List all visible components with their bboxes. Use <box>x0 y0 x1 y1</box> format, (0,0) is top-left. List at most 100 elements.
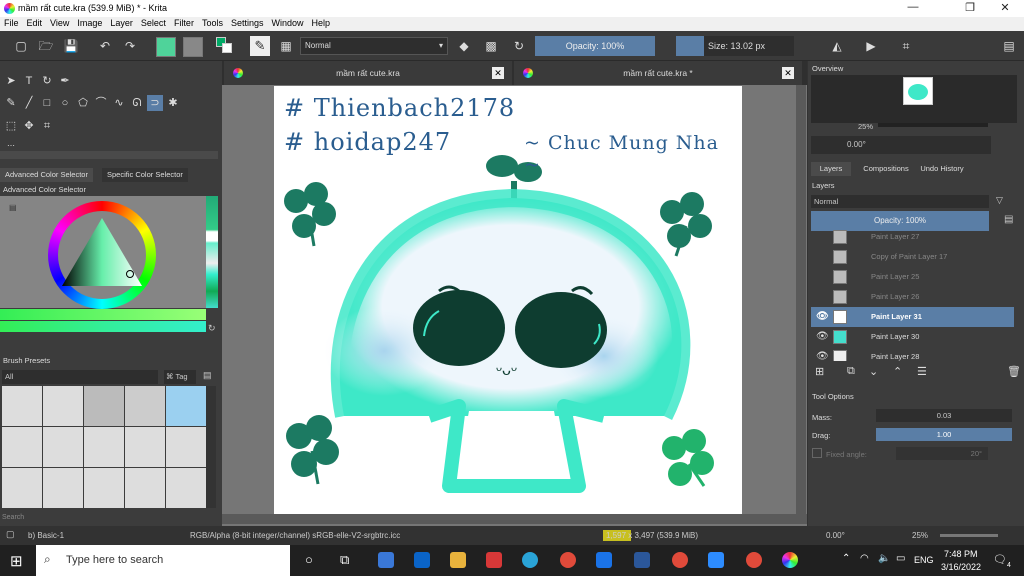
eye-visible-icon[interactable]: 👁 <box>816 327 829 347</box>
drag-slider[interactable]: 1.00 <box>876 428 1012 441</box>
multibrush-icon[interactable]: ✱ <box>165 95 181 111</box>
eye-visible-icon[interactable]: 👁 <box>816 347 829 361</box>
select-tool-icon[interactable]: ➤ <box>3 73 19 89</box>
freehand-path-icon[interactable]: ᘏ <box>129 95 145 111</box>
brush-preset-airbrush[interactable] <box>84 386 124 426</box>
canvas-horizontal-scrollbar[interactable] <box>222 514 807 524</box>
tab-layers[interactable]: Layers <box>811 162 851 176</box>
text-tool-icon[interactable]: T <box>21 73 37 89</box>
ellipse-tool-icon[interactable]: ○ <box>57 95 73 111</box>
mirror-vertical-icon[interactable]: ▶ <box>862 37 880 55</box>
wrap-around-icon[interactable]: ⌗ <box>897 37 915 55</box>
brush-preset-scrollbar[interactable] <box>206 386 216 508</box>
zalo-icon[interactable] <box>596 552 612 568</box>
menu-filter[interactable]: Filter <box>170 17 198 29</box>
brush-preset-pencil-orange[interactable] <box>2 468 42 508</box>
line-tool-icon[interactable]: ╱ <box>21 95 37 111</box>
overview-zoom-slider[interactable] <box>878 123 988 127</box>
menu-tools[interactable]: Tools <box>198 17 227 29</box>
brush-preset-sketch[interactable] <box>125 427 165 467</box>
brush-preset-fineliner[interactable] <box>84 468 124 508</box>
preset-view-icon[interactable]: ▤ <box>203 370 212 381</box>
menu-edit[interactable]: Edit <box>23 17 47 29</box>
krita-taskbar-icon[interactable] <box>782 552 798 568</box>
layer-row[interactable]: Paint Layer 25 <box>811 267 1014 287</box>
brush-preset-brush[interactable] <box>84 427 124 467</box>
toolbox-scrollbar[interactable] <box>0 151 218 159</box>
brush-preset-icon[interactable]: ✎ <box>250 36 270 56</box>
move-tool-icon[interactable]: ✥ <box>21 118 37 134</box>
brush-search-input[interactable]: Search <box>2 511 216 524</box>
fixed-angle-field[interactable]: 20° <box>896 447 988 460</box>
chrome-profile-icon[interactable] <box>672 552 688 568</box>
close-tab-icon[interactable]: ✕ <box>782 67 794 79</box>
mail-app-icon[interactable] <box>414 552 430 568</box>
layer-row[interactable]: 👁 Paint Layer 28 <box>811 347 1014 361</box>
menu-layer[interactable]: Layer <box>106 17 137 29</box>
show-hidden-icons[interactable]: ⌃ <box>842 553 850 564</box>
menu-file[interactable]: File <box>0 17 23 29</box>
size-slider[interactable]: Size: 13.02 px <box>704 36 794 56</box>
menu-help[interactable]: Help <box>308 17 335 29</box>
brush-preset-charcoal[interactable] <box>125 468 165 508</box>
zoom-app-icon[interactable] <box>708 552 724 568</box>
volume-icon[interactable]: 🔈 <box>878 553 890 564</box>
brush-preset-ink[interactable] <box>125 386 165 426</box>
layer-row[interactable]: Paint Layer 27 <box>811 227 1014 247</box>
menu-settings[interactable]: Settings <box>227 17 268 29</box>
task-view-icon[interactable]: ⧉ <box>340 552 349 568</box>
layer-options-icon[interactable]: ▤ <box>1004 214 1013 225</box>
crop-tool-icon[interactable]: ⌗ <box>39 118 55 134</box>
size-slider-fill[interactable] <box>676 36 704 56</box>
save-document-icon[interactable]: 💾 <box>62 37 80 55</box>
taskbar-search-box[interactable]: ⌕ Type here to search <box>36 545 290 576</box>
overview-thumbnail-area[interactable] <box>811 75 1017 123</box>
background-color-swatch[interactable] <box>222 43 232 53</box>
tag-button[interactable]: ⌘ Tag <box>164 370 196 384</box>
saturation-slider[interactable] <box>0 321 206 332</box>
pattern-icon[interactable] <box>183 37 203 57</box>
brush-preset-marker[interactable] <box>2 427 42 467</box>
color-history-strip[interactable] <box>206 196 218 308</box>
eraser-icon[interactable]: ◆ <box>455 37 473 55</box>
brush-settings-icon[interactable]: ▦ <box>277 37 295 55</box>
color-refresh-icon[interactable]: ↻ <box>208 323 216 334</box>
close-button[interactable]: ✕ <box>990 1 1020 14</box>
network-icon[interactable]: ◠ <box>860 553 869 564</box>
redo-icon[interactable]: ↷ <box>121 37 139 55</box>
language-indicator[interactable]: ENG <box>914 555 934 565</box>
open-document-icon[interactable]: 🗁 <box>37 37 55 55</box>
bezier-tool-icon[interactable]: ∿ <box>111 95 127 111</box>
store-app-icon[interactable] <box>378 552 394 568</box>
edge-icon[interactable] <box>522 552 538 568</box>
move-layer-up-icon[interactable]: ⌃ <box>893 365 902 378</box>
app-icon[interactable] <box>486 552 502 568</box>
tab-document-1[interactable]: mầm rất cute.kra ✕ <box>224 61 512 85</box>
hue-slider[interactable] <box>0 309 206 320</box>
windows-start-icon[interactable]: ⊞ <box>10 552 23 570</box>
layer-properties-icon[interactable]: ☰ <box>917 365 927 378</box>
gradient-icon[interactable] <box>156 37 176 57</box>
fixed-angle-checkbox[interactable] <box>812 448 822 458</box>
chrome-icon[interactable] <box>560 552 576 568</box>
chrome-profile-2-icon[interactable] <box>746 552 762 568</box>
layer-filter-icon[interactable]: ▽ <box>996 195 1003 206</box>
color-settings-icon[interactable]: ▤ <box>9 203 17 212</box>
clock-time[interactable]: 7:48 PM <box>944 549 978 559</box>
transform-tool-icon[interactable]: ⬚ <box>3 118 19 134</box>
tab-advanced-color-selector[interactable]: Advanced Color Selector <box>0 168 93 182</box>
brush-preset-pen-blue[interactable] <box>43 386 83 426</box>
brush-preset-chalk[interactable] <box>166 468 206 508</box>
menu-view[interactable]: View <box>46 17 73 29</box>
layer-row[interactable]: Copy of Paint Layer 17 <box>811 247 1014 267</box>
canvas-vertical-scrollbar[interactable] <box>796 85 806 515</box>
polygon-tool-icon[interactable]: ⬠ <box>75 95 91 111</box>
maximize-button[interactable]: ❐ <box>955 1 985 14</box>
tab-compositions[interactable]: Compositions <box>856 162 916 176</box>
opacity-slider[interactable]: Opacity: 100% <box>535 36 655 56</box>
menu-image[interactable]: Image <box>73 17 106 29</box>
tab-undo-history[interactable]: Undo History <box>916 162 968 176</box>
layer-row[interactable]: 👁 Paint Layer 30 <box>811 327 1014 347</box>
tab-document-2[interactable]: mầm rất cute.kra * ✕ <box>514 61 802 85</box>
layer-blend-mode-select[interactable]: Normal <box>811 195 989 208</box>
